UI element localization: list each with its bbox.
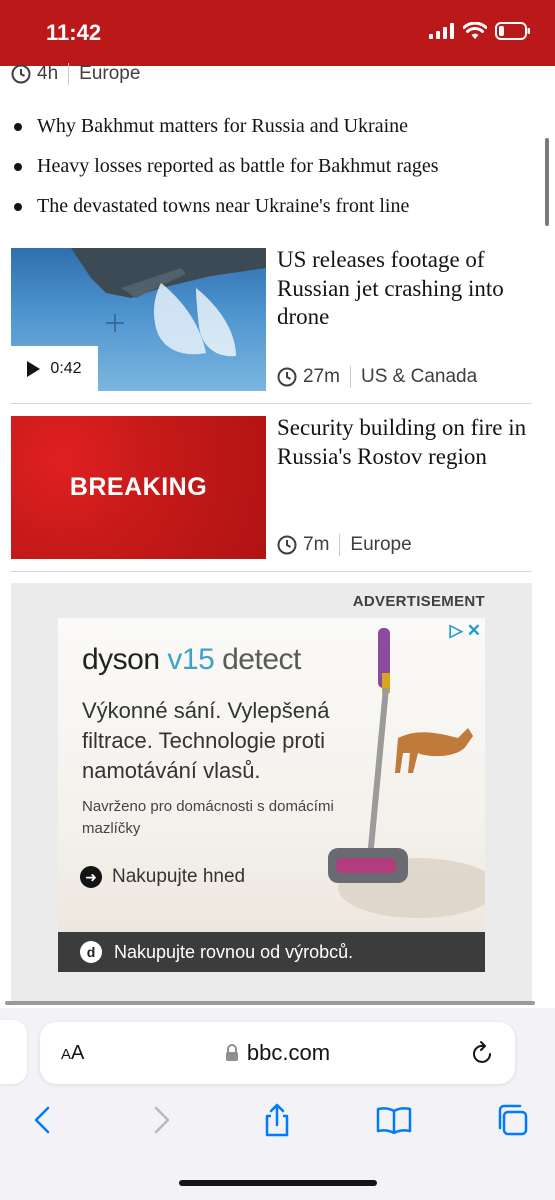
previous-tab-pill[interactable] — [0, 1020, 27, 1084]
book-icon — [376, 1107, 412, 1134]
back-button[interactable] — [22, 1100, 62, 1140]
story-headline[interactable]: US releases footage of Russian jet crash… — [277, 246, 532, 332]
dyson-ad-banner[interactable]: ▷ ✕ dyson v15 detect Výkonné sání. Vylep… — [58, 618, 485, 972]
wifi-icon — [463, 22, 487, 39]
jet-video-image: 0:42 — [11, 248, 266, 391]
ad-cta[interactable]: ➜ Nakupujte hned — [80, 866, 245, 888]
story-meta: 7m Europe — [277, 534, 412, 556]
chevron-right-icon — [154, 1106, 170, 1134]
ad-brand-word: dyson — [82, 643, 160, 676]
ad-brand-detect: detect — [222, 643, 301, 676]
ad-brand: dyson v15 detect — [82, 643, 301, 677]
reload-icon[interactable] — [471, 1040, 495, 1066]
breaking-label: BREAKING — [11, 416, 266, 559]
ad-footer-text: Nakupujte rovnou od výrobců. — [114, 941, 354, 962]
url-text: bbc.com — [246, 1040, 331, 1065]
url-display[interactable]: bbc.com — [40, 1040, 515, 1066]
story-section[interactable]: Europe — [350, 534, 411, 556]
lock-icon — [225, 1044, 238, 1061]
story-divider — [11, 403, 532, 404]
related-link[interactable]: Why Bakhmut matters for Russia and Ukrai… — [14, 112, 544, 152]
story-card[interactable]: 0:42 US releases footage of Russian jet … — [11, 246, 532, 404]
related-link[interactable]: The devastated towns near Ukraine's fron… — [14, 192, 544, 232]
story-card[interactable]: BREAKING Security building on fire in Ru… — [11, 414, 532, 572]
story-section[interactable]: US & Canada — [361, 366, 477, 388]
related-links: Why Bakhmut matters for Russia and Ukrai… — [14, 112, 544, 232]
story-age: 27m — [303, 366, 340, 387]
play-button[interactable]: 0:42 — [11, 346, 98, 391]
arrow-right-icon: ➜ — [80, 866, 102, 888]
dyson-logo-icon: d — [80, 941, 102, 963]
tabs-button[interactable] — [492, 1100, 532, 1140]
chevron-left-icon — [34, 1106, 50, 1134]
play-icon — [27, 360, 41, 377]
story-age: 7m — [303, 534, 330, 555]
page-scrollbar[interactable] — [545, 138, 549, 226]
meta-divider — [339, 534, 341, 556]
share-button[interactable] — [257, 1100, 297, 1140]
clock-icon — [277, 535, 297, 555]
ad-cta-label: Nakupujte hned — [112, 866, 246, 887]
story-section[interactable]: Europe — [79, 63, 140, 85]
status-time: 11:42 — [46, 20, 102, 45]
meta-divider — [68, 63, 70, 85]
story-headline[interactable]: Security building on fire in Russia's Ro… — [277, 414, 532, 471]
tabs-icon — [498, 1104, 528, 1136]
status-bar: 11:42 — [0, 0, 555, 66]
story-thumbnail[interactable]: 0:42 — [11, 248, 266, 391]
story-divider — [11, 571, 532, 572]
ad-brand-model: v15 — [167, 643, 215, 676]
status-icons — [429, 22, 531, 40]
home-indicator[interactable] — [179, 1180, 377, 1186]
signal-icon — [429, 23, 454, 39]
ad-footer[interactable]: d Nakupujte rovnou od výrobců. — [58, 932, 485, 972]
meta-divider — [349, 366, 351, 388]
address-bar[interactable]: AA bbc.com — [40, 1022, 515, 1084]
clock-icon — [277, 367, 297, 387]
clock-icon — [11, 64, 31, 84]
story-age: 4h — [37, 63, 59, 84]
advertisement-label: ADVERTISEMENT — [352, 593, 485, 610]
story-thumbnail[interactable]: BREAKING — [11, 416, 266, 559]
vacuum-dog-image — [328, 628, 485, 918]
bookmarks-button[interactable] — [374, 1100, 414, 1140]
forward-button[interactable] — [142, 1100, 182, 1140]
share-icon — [265, 1103, 289, 1137]
related-link[interactable]: Heavy losses reported as battle for Bakh… — [14, 152, 544, 192]
story-meta: 27m US & Canada — [277, 366, 477, 388]
browser-divider — [5, 1001, 535, 1005]
video-duration: 0:42 — [50, 359, 82, 377]
battery-low-icon — [495, 22, 530, 40]
advertisement-container: ADVERTISEMENT ▷ ✕ dyson v15 detect Výkon… — [11, 583, 532, 1001]
top-story-meta: 4h Europe — [11, 63, 140, 85]
